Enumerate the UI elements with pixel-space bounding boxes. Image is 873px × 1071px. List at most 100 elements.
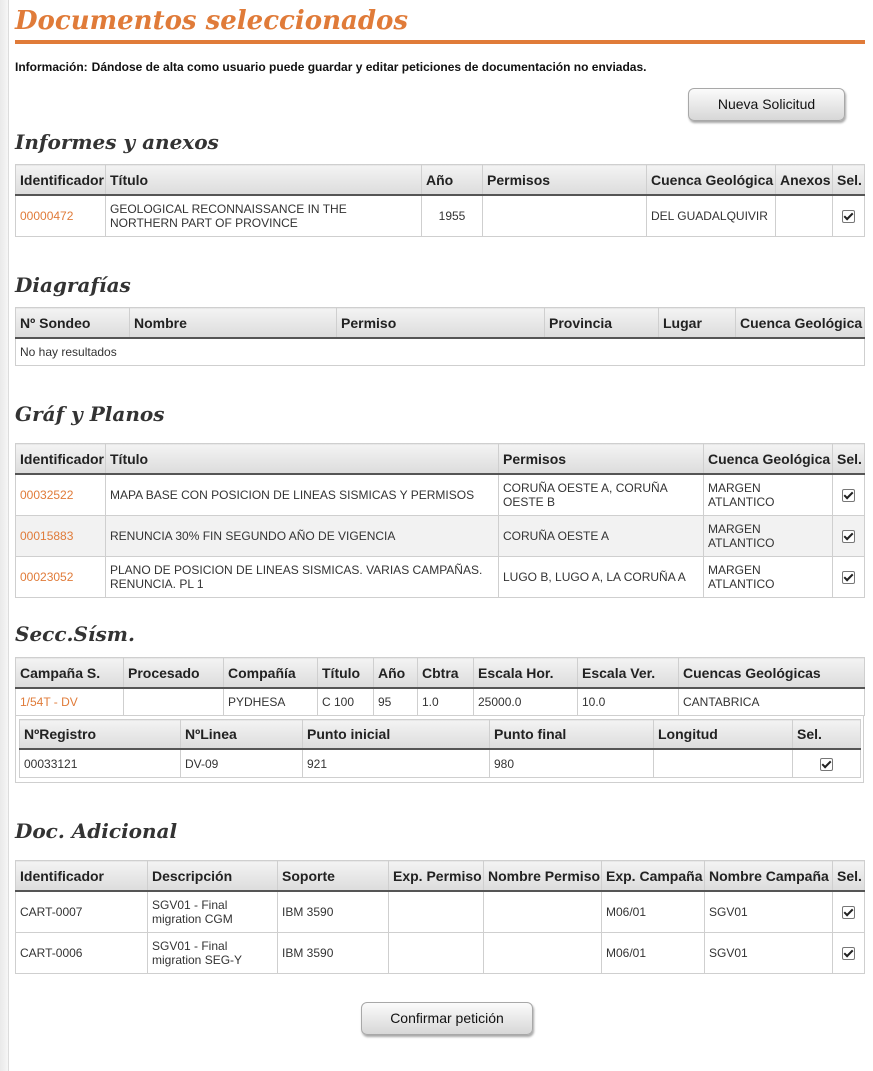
campaign-name-cell: SGV01 <box>704 890 833 933</box>
table-row: 1/54T - DV PYDHESA C 100 95 1.0 25000.0 … <box>15 687 865 716</box>
permit-exp-cell <box>388 890 484 933</box>
select-checkbox[interactable] <box>842 210 855 224</box>
table-row: 00033121 DV-09 921 980 <box>19 748 861 778</box>
select-checkbox[interactable] <box>842 571 855 585</box>
col-header[interactable]: Cuenca Geológica <box>703 443 833 475</box>
end-point-cell: 980 <box>489 748 654 778</box>
select-checkbox[interactable] <box>820 757 833 771</box>
permit-name-cell <box>483 932 602 974</box>
campaign-link[interactable]: 1/54T - DV <box>20 695 78 709</box>
col-header[interactable]: Escala Ver. <box>577 657 679 689</box>
col-header[interactable]: Compañía <box>223 657 318 689</box>
col-header[interactable]: Anexos <box>775 164 833 196</box>
col-header[interactable]: Cuencas Geológicas <box>678 657 865 689</box>
permits-cell <box>482 194 647 237</box>
length-cell <box>653 748 793 778</box>
col-header[interactable]: Provincia <box>544 307 659 339</box>
table-row: CART-0006 SGV01 - Final migration SEG-Y … <box>15 932 865 974</box>
support-cell: IBM 3590 <box>277 890 389 933</box>
secc-lines-container: NºRegistro NºLinea Punto inicial Punto f… <box>15 716 864 783</box>
col-header[interactable]: Año <box>421 164 483 196</box>
document-id-link[interactable]: 00015883 <box>20 529 73 543</box>
section-title-informes: Informes y anexos <box>15 130 219 154</box>
document-id-link[interactable]: 00032522 <box>20 488 73 502</box>
document-id-link[interactable]: 00000472 <box>20 209 73 223</box>
col-header[interactable]: Campaña S. <box>15 657 124 689</box>
confirm-request-button[interactable]: Confirmar petición <box>361 1002 533 1035</box>
permit-name-cell <box>483 890 602 933</box>
col-header[interactable]: NºLinea <box>180 719 303 750</box>
col-header[interactable]: Título <box>317 657 374 689</box>
bottom-actions: Confirmar petición <box>15 1002 865 1038</box>
col-header[interactable]: Procesado <box>123 657 224 689</box>
col-header[interactable]: Título <box>105 443 499 475</box>
document-id-link[interactable]: 00023052 <box>20 570 73 584</box>
col-header[interactable]: Cuenca Geológica <box>646 164 776 196</box>
basin-cell: MARGEN ATLANTICO <box>703 515 833 557</box>
col-header[interactable]: Sel. <box>832 860 865 892</box>
col-header[interactable]: Identificador <box>15 860 148 892</box>
col-header[interactable]: Lugar <box>658 307 736 339</box>
col-header[interactable]: Permiso <box>336 307 545 339</box>
col-header[interactable]: Sel. <box>832 443 865 475</box>
col-header[interactable]: NºRegistro <box>19 719 181 750</box>
doc-table: Identificador Descripción Soporte Exp. P… <box>15 860 865 974</box>
description-cell: SGV01 - Final migration SEG-Y <box>147 932 278 974</box>
cbtra-cell: 1.0 <box>417 687 474 716</box>
id-cell: CART-0006 <box>15 932 148 974</box>
col-header[interactable]: Soporte <box>277 860 389 892</box>
graf-header-row: Identificador Título Permisos Cuenca Geo… <box>15 443 865 475</box>
col-header[interactable]: Título <box>105 164 422 196</box>
graf-table: Identificador Título Permisos Cuenca Geo… <box>15 443 865 598</box>
col-header[interactable]: Exp. Permiso <box>388 860 484 892</box>
col-header[interactable]: Descripción <box>147 860 278 892</box>
basin-cell: DEL GUADALQUIVIR <box>646 194 776 237</box>
campaign-exp-cell: M06/01 <box>601 932 705 974</box>
col-header[interactable]: Cuenca Geológica <box>735 307 865 339</box>
vertical-scale-cell: 10.0 <box>577 687 679 716</box>
section-title-diagrafias: Diagrafías <box>15 273 131 297</box>
title-cell: MAPA BASE CON POSICION DE LINEAS SISMICA… <box>105 473 499 516</box>
col-header[interactable]: Permisos <box>498 443 704 475</box>
col-header[interactable]: Identificador <box>15 164 106 196</box>
select-cell <box>832 194 865 237</box>
new-request-button[interactable]: Nueva Solicitud <box>688 88 845 121</box>
col-header[interactable]: Nombre <box>129 307 337 339</box>
col-header[interactable]: Longitud <box>653 719 793 750</box>
permits-cell: LUGO B, LUGO A, LA CORUÑA A <box>498 556 704 598</box>
col-header[interactable]: Punto final <box>489 719 654 750</box>
title-cell: GEOLOGICAL RECONNAISSANCE IN THE NORTHER… <box>105 194 422 237</box>
empty-row: No hay resultados <box>15 337 865 366</box>
col-header[interactable]: Identificador <box>15 443 106 475</box>
col-header[interactable]: Nº Sondeo <box>15 307 130 339</box>
annexes-cell <box>775 194 833 237</box>
section-title-graf: Gráf y Planos <box>15 402 165 426</box>
campaign-exp-cell: M06/01 <box>601 890 705 933</box>
table-row: CART-0007 SGV01 - Final migration CGM IB… <box>15 890 865 933</box>
doc-header-row: Identificador Descripción Soporte Exp. P… <box>15 860 865 892</box>
col-header[interactable]: Sel. <box>832 164 865 196</box>
info-text: Dándose de alta como usuario puede guard… <box>91 60 647 74</box>
col-header[interactable]: Nombre Permiso <box>483 860 602 892</box>
col-header[interactable]: Nombre Campaña <box>704 860 833 892</box>
col-header[interactable]: Sel. <box>792 719 861 750</box>
col-header[interactable]: Cbtra <box>417 657 474 689</box>
col-header[interactable]: Escala Hor. <box>473 657 578 689</box>
select-checkbox[interactable] <box>842 489 855 503</box>
support-cell: IBM 3590 <box>277 932 389 974</box>
col-header[interactable]: Punto inicial <box>302 719 490 750</box>
select-checkbox[interactable] <box>842 530 855 544</box>
title-cell: RENUNCIA 30% FIN SEGUNDO AÑO DE VIGENCIA <box>105 515 499 557</box>
left-edge-shadow <box>0 0 9 1071</box>
col-header[interactable]: Año <box>373 657 418 689</box>
secc-header-row: Campaña S. Procesado Compañía Título Año… <box>15 657 865 689</box>
main-content: Documentos seleccionados Información: Dán… <box>15 0 865 1038</box>
select-checkbox[interactable] <box>842 906 855 920</box>
select-checkbox[interactable] <box>842 947 855 961</box>
select-cell <box>832 515 865 557</box>
table-row: 00023052 PLANO DE POSICION DE LINEAS SIS… <box>15 556 865 598</box>
year-cell: 95 <box>373 687 418 716</box>
select-cell <box>832 932 865 974</box>
col-header[interactable]: Permisos <box>482 164 647 196</box>
col-header[interactable]: Exp. Campaña <box>601 860 705 892</box>
